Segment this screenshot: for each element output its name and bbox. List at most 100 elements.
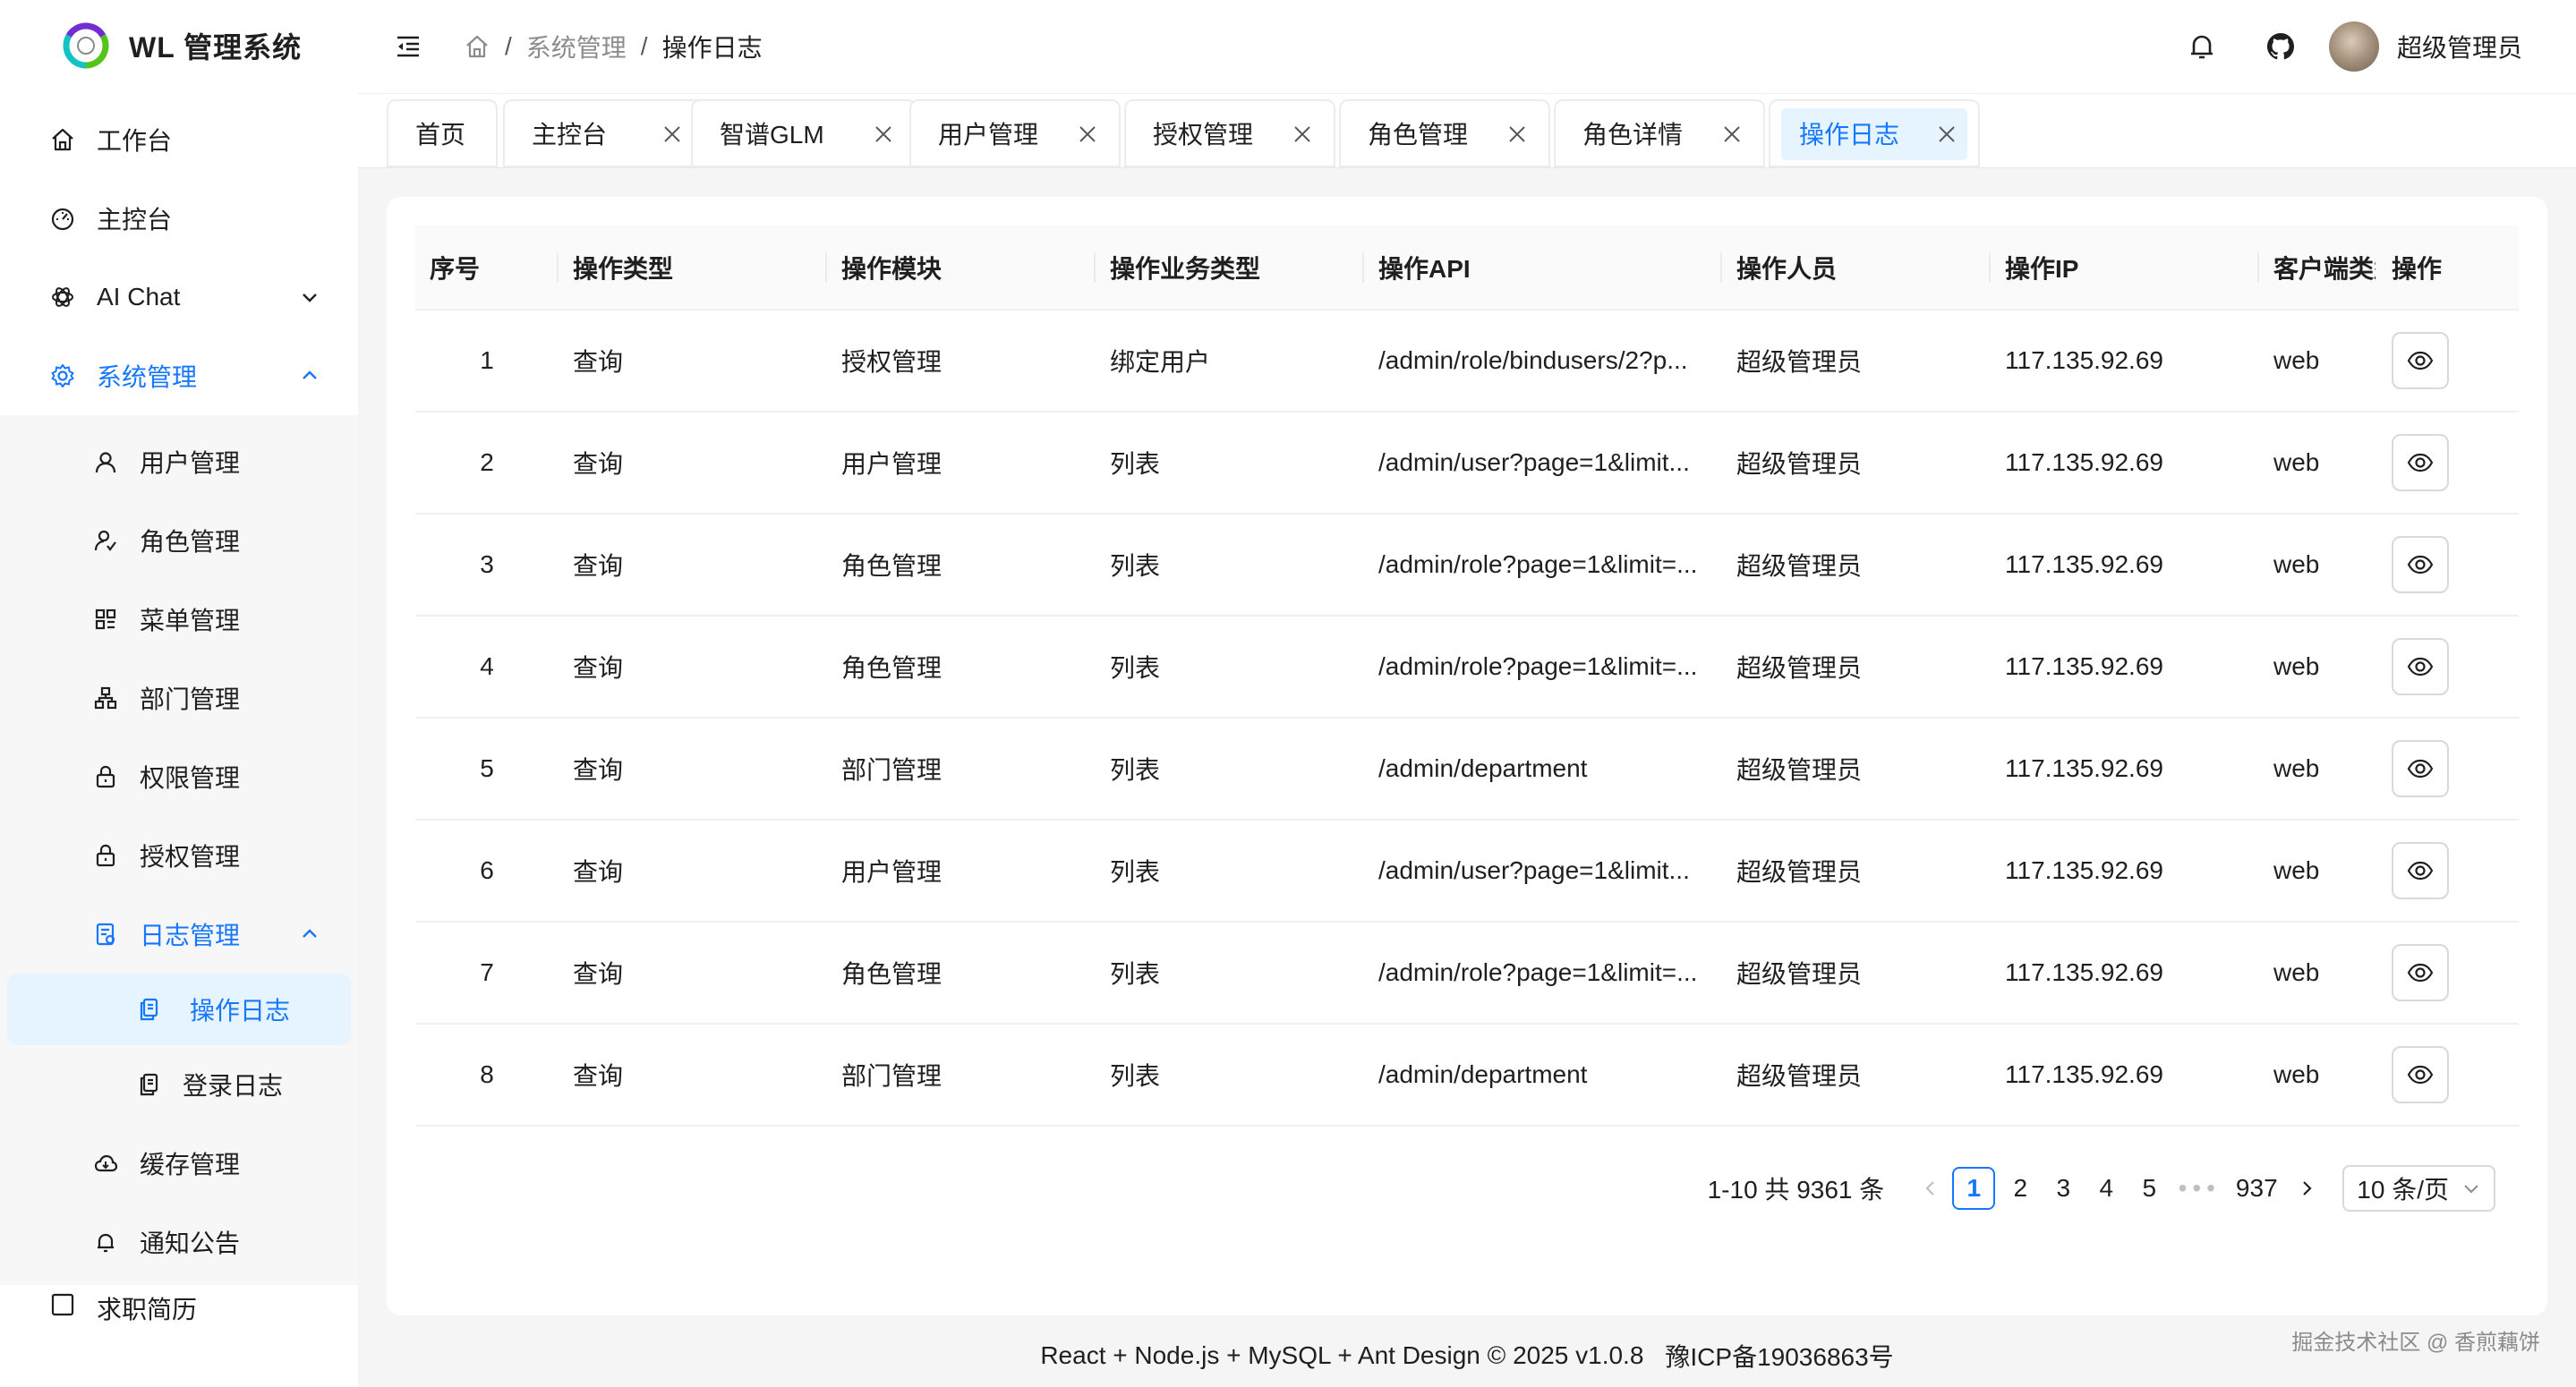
- close-icon[interactable]: [1722, 124, 1742, 144]
- sidebar-item-users[interactable]: 用户管理: [0, 422, 358, 501]
- cell-api: /admin/role/bindusers/2?p...: [1364, 310, 1722, 413]
- pagination-next[interactable]: [2285, 1167, 2328, 1210]
- cell-api: /admin/department: [1364, 718, 1722, 821]
- tab-authorization[interactable]: 授权管理: [1124, 99, 1335, 167]
- cell-actions: [2376, 718, 2519, 821]
- tab-label: 主控台: [532, 121, 608, 149]
- close-icon[interactable]: [1078, 124, 1097, 144]
- pagination-ellipsis[interactable]: •••: [2171, 1174, 2228, 1203]
- sidebar-item-logs[interactable]: 日志管理: [0, 895, 358, 974]
- pagination-page[interactable]: 2: [1999, 1167, 2042, 1210]
- view-button[interactable]: [2392, 638, 2449, 695]
- close-icon[interactable]: [1937, 124, 1957, 144]
- footer-text: React + Node.js + MySQL + Ant Design © 2…: [1040, 1341, 1644, 1369]
- close-icon[interactable]: [662, 124, 682, 144]
- tab-operation-log[interactable]: 操作日志: [1769, 99, 1980, 167]
- cell-actions: [2376, 310, 2519, 413]
- cell-module: 部门管理: [827, 718, 1096, 821]
- header-actions: 超级管理员: [2186, 0, 2522, 93]
- view-button[interactable]: [2392, 842, 2449, 899]
- footer: React + Node.js + MySQL + Ant Design © 2…: [358, 1324, 2576, 1387]
- cell-actions: [2376, 1024, 2519, 1127]
- view-button[interactable]: [2392, 740, 2449, 797]
- bell-icon[interactable]: [2186, 30, 2218, 63]
- sidebar-item-operation-log[interactable]: 操作日志: [7, 974, 351, 1045]
- cell-api: /admin/user?page=1&limit...: [1364, 820, 1722, 923]
- sidebar-item-permissions[interactable]: 权限管理: [0, 737, 358, 816]
- sidebar-item-departments[interactable]: 部门管理: [0, 659, 358, 737]
- tab-home[interactable]: 首页: [387, 99, 498, 167]
- cell-index: 4: [415, 616, 559, 719]
- dashboard-icon: [48, 204, 77, 233]
- table-row: 1 查询 授权管理 绑定用户/admin/role/bindusers/2?p... 超…: [415, 310, 2519, 413]
- menu-fold-icon[interactable]: [392, 30, 424, 63]
- footer-icp-link[interactable]: 豫ICP备19036863号: [1665, 1338, 1893, 1374]
- tab-roles[interactable]: 角色管理: [1339, 99, 1550, 167]
- log-submenu: 操作日志 登录日志: [0, 974, 358, 1124]
- cell-biz-type: 绑定用户: [1096, 310, 1364, 413]
- github-icon[interactable]: [2265, 30, 2297, 63]
- cell-index: 1: [415, 310, 559, 413]
- tab-dashboard[interactable]: 主控台: [503, 99, 705, 167]
- close-icon[interactable]: [1292, 124, 1312, 144]
- page-size-value: 10 条/页: [2357, 1176, 2449, 1204]
- table-header-row: 序号 操作类型 操作模块 操作业务类型 操作API 操作人员 操作IP 客户端类…: [415, 225, 2519, 311]
- sidebar-item-menus[interactable]: 菜单管理: [0, 580, 358, 659]
- sidebar-item-label: 部门管理: [140, 685, 241, 713]
- eye-icon: [2407, 861, 2434, 881]
- sidebar-item-label: 角色管理: [140, 528, 241, 556]
- close-icon[interactable]: [874, 124, 893, 144]
- cell-op-type: 查询: [559, 820, 827, 923]
- breadcrumb-separator: /: [505, 32, 512, 60]
- user-name[interactable]: 超级管理员: [2397, 29, 2522, 64]
- logo[interactable]: WL 管理系统: [0, 0, 358, 91]
- breadcrumb-item-system[interactable]: 系统管理: [526, 29, 627, 64]
- cell-op-type: 查询: [559, 616, 827, 719]
- page-size-select[interactable]: 10 条/页: [2342, 1165, 2495, 1212]
- view-button[interactable]: [2392, 332, 2449, 389]
- sidebar-item-dashboard[interactable]: 主控台: [0, 179, 358, 258]
- sidebar-item-system[interactable]: 系统管理: [0, 336, 358, 415]
- sidebar-item-roles[interactable]: 角色管理: [0, 501, 358, 580]
- tab-users[interactable]: 用户管理: [909, 99, 1121, 167]
- view-button[interactable]: [2392, 434, 2449, 491]
- cell-biz-type: 列表: [1096, 616, 1364, 719]
- sidebar-item-label: 日志管理: [140, 922, 241, 949]
- pagination-page[interactable]: 5: [2128, 1167, 2171, 1210]
- openai-icon: [48, 283, 77, 311]
- column-header: 操作类型: [559, 225, 827, 311]
- cell-op-type: 查询: [559, 310, 827, 413]
- cell-operator: 超级管理员: [1722, 820, 1991, 923]
- cell-biz-type: 列表: [1096, 922, 1364, 1025]
- chevron-down-icon: [303, 294, 317, 302]
- pagination-page[interactable]: 4: [2085, 1167, 2128, 1210]
- close-icon[interactable]: [1507, 124, 1527, 144]
- cell-client: web: [2259, 412, 2376, 515]
- sidebar-item-resume[interactable]: 求职简历: [0, 1290, 358, 1344]
- resume-icon: [48, 1290, 77, 1319]
- tab-label: 操作日志: [1799, 121, 1900, 149]
- sidebar-item-cache[interactable]: 缓存管理: [0, 1124, 358, 1203]
- bell-icon: [91, 1228, 120, 1256]
- sidebar-item-authorization[interactable]: 授权管理: [0, 816, 358, 895]
- view-button[interactable]: [2392, 536, 2449, 593]
- pagination-page[interactable]: 1: [1952, 1167, 1996, 1210]
- table-row: 3 查询 角色管理 列表/admin/role?page=1&limit=... 超级管…: [415, 514, 2519, 617]
- tab-zhipu-glm[interactable]: 智谱GLM: [691, 99, 917, 167]
- tab-role-detail[interactable]: 角色详情: [1554, 99, 1765, 167]
- pagination-page-last[interactable]: 937: [2228, 1167, 2285, 1210]
- sidebar-item-notices[interactable]: 通知公告: [0, 1203, 358, 1281]
- sidebar-item-ai-chat[interactable]: AI Chat: [0, 258, 358, 336]
- avatar[interactable]: [2328, 21, 2379, 72]
- pagination-prev[interactable]: [1909, 1167, 1952, 1210]
- view-button[interactable]: [2392, 944, 2449, 1001]
- home-icon[interactable]: [464, 33, 490, 60]
- cell-ip: 117.135.92.69: [1991, 1024, 2259, 1127]
- pagination-page[interactable]: 3: [2042, 1167, 2085, 1210]
- tab-label: 角色管理: [1368, 121, 1469, 149]
- table-row: 4 查询 角色管理 列表/admin/role?page=1&limit=... 超级管…: [415, 616, 2519, 719]
- sidebar-item-workbench[interactable]: 工作台: [0, 100, 358, 179]
- cell-client: web: [2259, 922, 2376, 1025]
- sidebar-item-login-log[interactable]: 登录日志: [0, 1045, 358, 1124]
- view-button[interactable]: [2392, 1046, 2449, 1103]
